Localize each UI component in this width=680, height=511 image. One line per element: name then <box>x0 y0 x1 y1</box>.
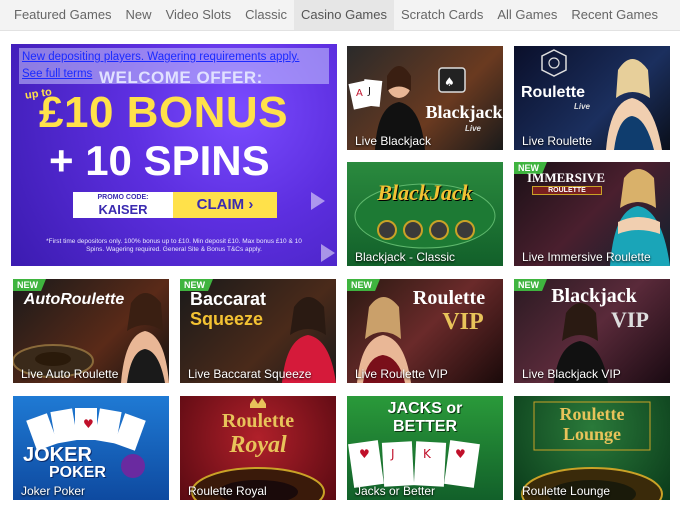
terms-notice-text[interactable]: New depositing players. Wagering require… <box>22 49 326 66</box>
tile-logo-sub: Lounge <box>562 424 622 444</box>
promo-code-label: PROMO CODE: <box>97 194 149 201</box>
new-badge: NEW <box>13 279 46 291</box>
svg-text:K: K <box>423 447 432 461</box>
game-title: Live Roulette <box>522 134 593 148</box>
game-tile-live-auto-roulette[interactable]: NEW AutoRoulette Live Auto Roulette <box>13 279 169 383</box>
tile-logo-sub: VIP <box>611 307 649 332</box>
game-tile-jacks-or-better[interactable]: ♥ J K ♥ JACKS or BETTER Jacks or Better <box>347 396 503 500</box>
tile-logo-sub: BETTER <box>393 418 457 435</box>
game-tile-live-blackjack[interactable]: A J ♠ Blackjack Live Live Blackjack <box>347 46 503 150</box>
nav-tab-video-slots[interactable]: Video Slots <box>159 0 239 30</box>
game-title: Live Immersive Roulette <box>522 250 651 264</box>
see-full-terms-link[interactable]: See full terms <box>22 66 326 83</box>
tile-logo-sub: Royal <box>229 432 287 458</box>
claim-button[interactable]: CLAIM › <box>173 192 277 218</box>
svg-text:A: A <box>356 88 363 99</box>
svg-text:♥: ♥ <box>359 447 370 461</box>
game-tile-live-roulette-vip[interactable]: NEW Roulette VIP Live Roulette VIP <box>347 279 503 383</box>
game-tile-live-immersive-roulette[interactable]: NEW IMMERSIVE ROULETTE Live Immersive Ro… <box>514 162 670 266</box>
tile-logo-sub: VIP <box>442 309 484 335</box>
promo-code-box: PROMO CODE: KAISER <box>73 192 173 218</box>
game-title: Blackjack - Classic <box>355 250 456 264</box>
bonus-headline: £10 BONUS <box>39 88 289 137</box>
game-title: Live Baccarat Squeeze <box>188 367 312 381</box>
game-title: Live Blackjack <box>355 134 432 148</box>
tile-logo: JACKS or <box>387 400 463 417</box>
tile-logo: AutoRoulette <box>23 291 125 308</box>
svg-text:J: J <box>367 86 371 97</box>
nav-tab-new[interactable]: New <box>119 0 159 30</box>
tile-logo: IMMERSIVE <box>526 170 605 185</box>
tile-logo-sub: Squeeze <box>190 309 264 329</box>
svg-text:♠: ♠ <box>444 75 455 89</box>
game-title: Live Roulette VIP <box>355 367 448 381</box>
tile-logo: Roulette <box>412 287 486 309</box>
game-tile-blackjack-classic[interactable]: BlackJack Blackjack - Classic <box>347 162 503 266</box>
bonus-fine-print: *First time depositors only. 100% bonus … <box>46 238 302 253</box>
tile-logo: Roulette <box>521 84 585 101</box>
nav-tab-scratch-cards[interactable]: Scratch Cards <box>394 0 490 30</box>
tile-logo: Blackjack <box>425 102 503 122</box>
game-tile-roulette-royal[interactable]: Roulette Royal Roulette Royal <box>180 396 336 500</box>
game-title: Live Auto Roulette <box>21 367 119 381</box>
terms-notice[interactable]: New depositing players. Wagering require… <box>19 48 329 84</box>
game-title: Joker Poker <box>21 484 86 498</box>
game-tile-joker-poker[interactable]: ♥ JOKER POKER Joker Poker <box>13 396 169 500</box>
nav-tab-recent-games[interactable]: Recent Games <box>564 0 665 30</box>
category-nav: Featured Games New Video Slots Classic C… <box>0 0 680 31</box>
tile-logo-sub: Live <box>465 124 482 133</box>
tile-logo: BlackJack <box>377 180 473 205</box>
spins-headline: + 10 SPINS <box>49 137 270 184</box>
nav-tab-classic[interactable]: Classic <box>238 0 294 30</box>
svg-text:J: J <box>390 447 395 461</box>
game-title: Roulette Royal <box>188 484 267 498</box>
arrow-decoration-icon <box>321 244 335 262</box>
tile-logo-sub: POKER <box>49 464 106 481</box>
promo-code-value: KAISER <box>98 202 148 217</box>
nav-tab-featured-games[interactable]: Featured Games <box>0 0 119 30</box>
tile-logo: Roulette <box>559 404 625 424</box>
nav-tab-casino-games[interactable]: Casino Games <box>294 0 394 30</box>
game-tile-live-roulette[interactable]: Roulette Live Live Roulette <box>514 46 670 150</box>
tile-logo: Roulette <box>221 410 295 432</box>
tile-logo-sub: Live <box>574 102 591 111</box>
tile-logo: Blackjack <box>551 285 637 307</box>
game-tile-roulette-lounge[interactable]: Roulette Lounge Roulette Lounge <box>514 396 670 500</box>
tile-logo-sub: ROULETTE <box>532 186 602 195</box>
svg-text:♥: ♥ <box>455 447 466 461</box>
game-title: Roulette Lounge <box>522 484 611 498</box>
game-tile-live-baccarat-squeeze[interactable]: NEW Baccarat Squeeze Live Baccarat Squee… <box>180 279 336 383</box>
welcome-offer-banner[interactable]: WELCOME OFFER: up to £10 BONUS + 10 SPIN… <box>11 44 337 266</box>
svg-text:♥: ♥ <box>83 417 94 431</box>
game-tile-live-blackjack-vip[interactable]: NEW Blackjack VIP Live Blackjack VIP <box>514 279 670 383</box>
arrow-decoration-icon <box>311 192 325 210</box>
new-badge: NEW <box>347 279 380 291</box>
game-title: Live Blackjack VIP <box>522 367 621 381</box>
tile-logo: Baccarat <box>190 289 267 309</box>
game-title: Jacks or Better <box>355 484 436 498</box>
nav-tab-all-games[interactable]: All Games <box>490 0 564 30</box>
